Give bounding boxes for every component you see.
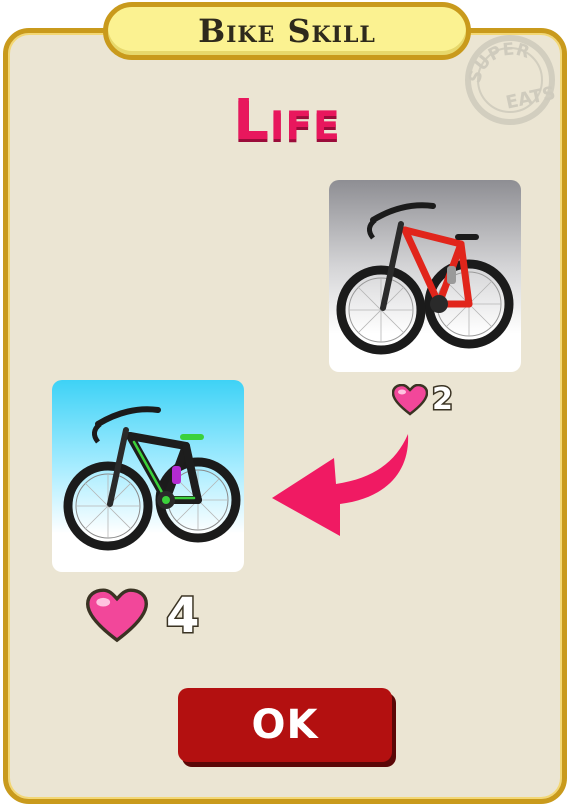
stamp-top-text: SUPER <box>465 39 532 85</box>
ok-button-label: OK <box>251 702 319 748</box>
heart-icon <box>392 383 428 416</box>
heart-icon <box>86 588 148 643</box>
title-banner: Bike Skill <box>103 2 471 60</box>
upgraded-heart-count: 4 <box>164 587 200 646</box>
ok-button[interactable]: OK <box>178 688 392 762</box>
skill-name: Life <box>233 88 341 153</box>
current-bike-card <box>329 180 521 372</box>
current-heart-count: 2 <box>431 381 455 419</box>
upgraded-bike-card <box>52 380 244 572</box>
upgraded-heart-cost: 4 <box>86 587 201 646</box>
green-black-bike-icon <box>63 406 241 551</box>
dialog-title: Bike Skill <box>198 12 376 50</box>
svg-text:SUPER: SUPER <box>465 39 532 85</box>
curved-arrow-left-icon <box>272 434 409 536</box>
current-heart-cost: 2 <box>392 381 455 419</box>
red-bike-icon <box>336 202 514 355</box>
